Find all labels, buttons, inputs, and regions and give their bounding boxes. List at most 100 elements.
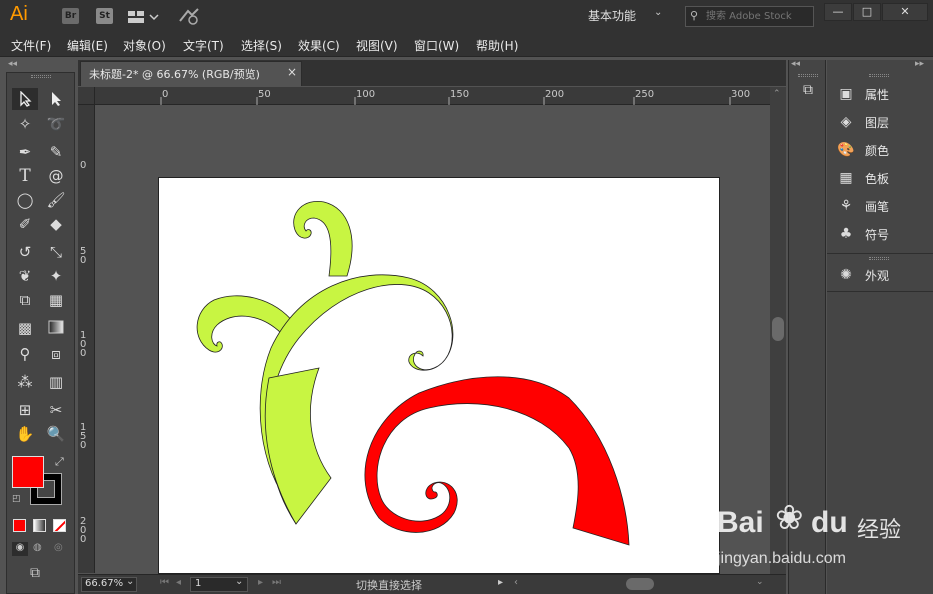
ruler-origin[interactable] bbox=[78, 87, 95, 105]
shape-builder-tool-icon[interactable]: ⧉ bbox=[12, 289, 38, 311]
artboard[interactable] bbox=[158, 177, 720, 574]
panel-appearance[interactable]: ✺ 外观 bbox=[827, 263, 933, 287]
curvature-tool-icon[interactable]: ✎ bbox=[43, 141, 69, 163]
stock-search-input[interactable] bbox=[706, 8, 810, 25]
mesh-tool-icon[interactable]: ▩ bbox=[12, 317, 38, 339]
vertical-ruler: 0 5 0 1 0 0 1 5 0 2 0 0 bbox=[78, 87, 95, 573]
panel-properties[interactable]: ▣ 属性 bbox=[827, 82, 933, 106]
panel-grip[interactable] bbox=[31, 75, 51, 78]
lasso-tool-icon[interactable]: ➰ bbox=[43, 113, 69, 135]
menu-view[interactable]: 视图(V) bbox=[356, 37, 398, 54]
close-button[interactable]: ✕ bbox=[882, 3, 928, 21]
menu-help[interactable]: 帮助(H) bbox=[476, 37, 518, 54]
gpu-performance-icon[interactable] bbox=[178, 7, 202, 28]
maximize-button[interactable]: □ bbox=[853, 3, 881, 21]
scroll-left-icon[interactable]: ‹ bbox=[514, 577, 518, 588]
rotate-tool-icon[interactable]: ↺ bbox=[12, 241, 38, 263]
red-spiral[interactable] bbox=[364, 376, 630, 546]
magic-wand-tool-icon[interactable]: ✧ bbox=[12, 113, 38, 135]
stock-button[interactable]: St bbox=[96, 8, 113, 24]
puppet-warp-tool-icon[interactable]: ✦ bbox=[43, 265, 69, 287]
arrange-documents-icon[interactable] bbox=[128, 10, 160, 27]
panel-brushes[interactable]: ⚘ 画笔 bbox=[827, 194, 933, 218]
horizontal-scroll-thumb[interactable] bbox=[626, 578, 654, 590]
draw-inside-icon[interactable]: ◎ bbox=[54, 542, 63, 553]
scroll-up-icon[interactable]: ⌃ bbox=[773, 89, 781, 99]
fill-swatch[interactable] bbox=[12, 456, 44, 488]
slice-tool-icon[interactable]: ✂ bbox=[43, 399, 69, 421]
minimize-button[interactable]: — bbox=[824, 3, 852, 21]
stock-search[interactable]: ⚲ bbox=[685, 6, 814, 27]
gradient-tool-icon[interactable] bbox=[43, 317, 69, 339]
ellipse-tool-icon[interactable]: ◯ bbox=[12, 189, 38, 211]
status-bar: 66.67% ⌄ ⏮ ◂ 1 ⌄ ▸ ⏭ 切换直接选择 ▸ ‹ ⌄ bbox=[78, 574, 786, 594]
panel-grip[interactable] bbox=[869, 74, 889, 77]
first-artboard-icon[interactable]: ⏮ bbox=[160, 577, 169, 588]
menu-edit[interactable]: 编辑(E) bbox=[67, 37, 108, 54]
draw-behind-icon[interactable]: ◍ bbox=[33, 542, 42, 553]
panel-grip[interactable] bbox=[869, 257, 889, 260]
eraser-tool-icon[interactable]: ◆ bbox=[43, 213, 69, 235]
shaper-tool-icon[interactable]: ✐ bbox=[12, 213, 38, 235]
scroll-down-icon[interactable]: ⌄ bbox=[756, 577, 764, 587]
panel-symbols[interactable]: ♣ 符号 bbox=[827, 222, 933, 246]
eyedropper-tool-icon[interactable]: ⚲ bbox=[12, 343, 38, 365]
type-tool-icon[interactable]: T bbox=[12, 165, 38, 187]
collapse-arrows-icon[interactable]: ◂◂ bbox=[8, 59, 17, 69]
menu-type[interactable]: 文字(T) bbox=[183, 37, 224, 54]
symbol-sprayer-tool-icon[interactable]: ⁂ bbox=[12, 371, 38, 393]
ruler-tick-label: 50 bbox=[258, 89, 271, 100]
panel-swatches[interactable]: ▦ 色板 bbox=[827, 166, 933, 190]
swap-fill-stroke-icon[interactable]: ⤢ bbox=[55, 455, 64, 469]
none-mode-button[interactable] bbox=[53, 519, 66, 532]
scale-tool-icon[interactable]: ⤡ bbox=[43, 241, 69, 263]
green-arch-tail[interactable] bbox=[264, 367, 332, 525]
menu-file[interactable]: 文件(F) bbox=[11, 37, 51, 54]
last-artboard-icon[interactable]: ⏭ bbox=[272, 577, 281, 588]
ruler-tick-label: 1 5 0 bbox=[80, 422, 87, 451]
scroll-thumb[interactable] bbox=[772, 317, 784, 341]
expand-arrows-icon[interactable]: ▸▸ bbox=[915, 59, 924, 69]
screen-mode-icon[interactable]: ⧉ bbox=[30, 565, 40, 581]
search-icon: ⚲ bbox=[690, 9, 699, 22]
panel-divider bbox=[827, 253, 933, 254]
draw-normal-icon[interactable]: ◉ bbox=[12, 542, 28, 556]
menu-window[interactable]: 窗口(W) bbox=[414, 37, 459, 54]
menu-effect[interactable]: 效果(C) bbox=[298, 37, 340, 54]
close-tab-icon[interactable]: × bbox=[287, 65, 297, 79]
green-spiral-top[interactable] bbox=[293, 200, 353, 277]
artboards-panel-icon[interactable]: ⧉ bbox=[798, 82, 818, 102]
next-artboard-icon[interactable]: ▸ bbox=[258, 577, 263, 588]
perspective-grid-tool-icon[interactable]: ▦ bbox=[43, 289, 69, 311]
workspace-switcher[interactable]: 基本功能 ⌄ bbox=[588, 7, 668, 27]
gradient-mode-button[interactable] bbox=[33, 519, 46, 532]
color-mode-button[interactable] bbox=[13, 519, 26, 532]
prev-artboard-icon[interactable]: ◂ bbox=[176, 577, 181, 588]
zoom-tool-icon[interactable]: 🔍 bbox=[43, 423, 69, 445]
column-graph-tool-icon[interactable]: ▥ bbox=[43, 371, 69, 393]
collapse-arrows-icon[interactable]: ◂◂ bbox=[791, 59, 800, 69]
bridge-button[interactable]: Br bbox=[62, 8, 79, 24]
artboard-tool-icon[interactable]: ⊞ bbox=[12, 399, 38, 421]
paintbrush-tool-icon[interactable]: 🖌 bbox=[43, 189, 69, 211]
pen-tool-icon[interactable]: ✒ bbox=[12, 141, 38, 163]
panel-grip[interactable] bbox=[798, 74, 818, 77]
zoom-field[interactable]: 66.67% ⌄ bbox=[81, 576, 137, 592]
blend-tool-icon[interactable]: ⧈ bbox=[43, 343, 69, 365]
warp-tool-icon[interactable]: ❦ bbox=[12, 265, 38, 287]
menu-select[interactable]: 选择(S) bbox=[241, 37, 282, 54]
panel-color[interactable]: 🎨 颜色 bbox=[827, 138, 933, 162]
ruler-tick-label: 0 bbox=[162, 89, 169, 100]
ruler-tick-label: 150 bbox=[450, 89, 470, 100]
direct-selection-tool-icon[interactable] bbox=[43, 88, 69, 110]
panel-layers[interactable]: ◈ 图层 bbox=[827, 110, 933, 134]
hand-tool-icon[interactable]: ✋ bbox=[12, 423, 38, 445]
selection-tool-icon[interactable] bbox=[12, 88, 38, 110]
document-tab[interactable]: 未标题-2* @ 66.67% (RGB/预览) × bbox=[80, 61, 302, 86]
ruler-tick-label: 2 0 0 bbox=[80, 516, 87, 545]
status-menu-icon[interactable]: ▸ bbox=[498, 577, 503, 588]
artboard-field[interactable]: 1 ⌄ bbox=[190, 576, 248, 592]
default-fill-stroke-icon[interactable]: ◰ bbox=[12, 494, 21, 504]
menu-object[interactable]: 对象(O) bbox=[123, 37, 166, 54]
spiral-tool-icon[interactable]: @ bbox=[43, 165, 69, 187]
